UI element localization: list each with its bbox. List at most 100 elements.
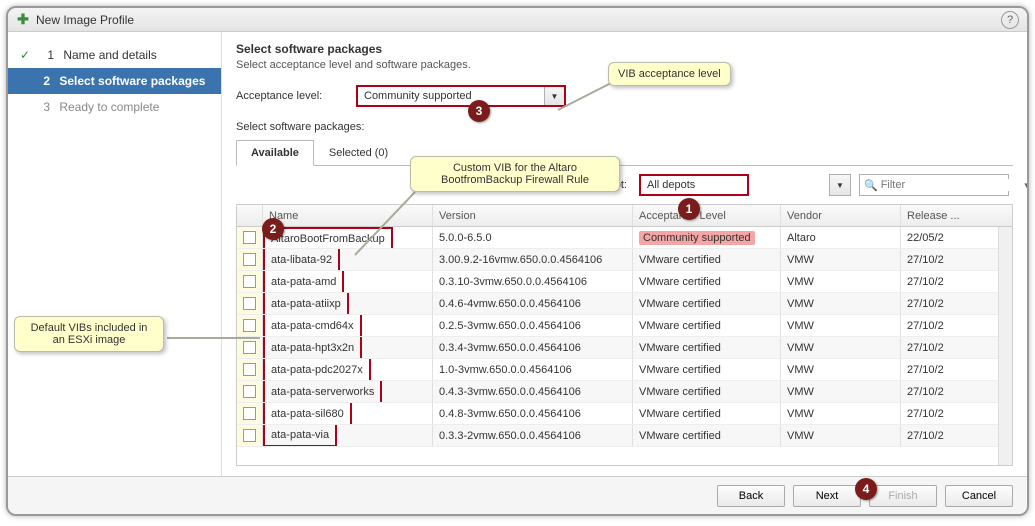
- cell-release: 27/10/2: [901, 293, 961, 314]
- callout-custom-vib: Custom VIB for the Altaro BootfromBackup…: [410, 156, 620, 192]
- cell-release: 22/05/2: [901, 227, 961, 248]
- cell-acceptance: VMware certified: [633, 381, 781, 402]
- acceptance-level-value: Community supported: [358, 90, 544, 102]
- finish-button[interactable]: Finish: [869, 485, 937, 507]
- cell-version: 1.0-3vmw.650.0.0.4564106: [433, 359, 633, 380]
- table-row[interactable]: ata-pata-amd0.3.10-3vmw.650.0.0.4564106V…: [237, 271, 1012, 293]
- package-tabs: Available Selected (0): [236, 139, 1013, 166]
- cell-vendor: VMW: [781, 425, 901, 446]
- step-select-software-packages[interactable]: 2 Select software packages: [8, 68, 221, 94]
- software-depot-dropdown-arrow[interactable]: ▼: [829, 174, 851, 196]
- step-label: Ready to complete: [59, 100, 159, 114]
- cell-release: 27/10/2: [901, 381, 961, 402]
- step-number: 3: [34, 100, 50, 114]
- cell-vendor: Altaro: [781, 227, 901, 248]
- tab-available[interactable]: Available: [236, 140, 314, 166]
- cell-vendor: VMW: [781, 359, 901, 380]
- cell-release: 27/10/2: [901, 337, 961, 358]
- main-panel: Select software packages Select acceptan…: [222, 32, 1027, 476]
- cell-acceptance: VMware certified: [633, 403, 781, 424]
- callout-default-vibs: Default VIBs included in an ESXi image: [14, 316, 164, 352]
- col-version[interactable]: Version: [433, 205, 633, 226]
- cell-name: ata-pata-cmd64x: [263, 315, 433, 336]
- row-checkbox[interactable]: [243, 253, 256, 266]
- cell-vendor: VMW: [781, 315, 901, 336]
- cell-name: ata-pata-pdc2027x: [263, 359, 433, 380]
- select-packages-label: Select software packages:: [236, 121, 1013, 133]
- col-acceptance[interactable]: Acceptance Level: [633, 205, 781, 226]
- callout-vib-acceptance: VIB acceptance level: [608, 62, 731, 86]
- cell-release: 27/10/2: [901, 271, 961, 292]
- cell-version: 3.00.9.2-16vmw.650.0.0.4564106: [433, 249, 633, 270]
- next-button[interactable]: Next: [793, 485, 861, 507]
- cell-name: ata-pata-via: [263, 425, 433, 446]
- acceptance-level-select[interactable]: Community supported ▼: [356, 85, 566, 107]
- tab-selected[interactable]: Selected (0): [314, 140, 403, 166]
- cell-release: 27/10/2: [901, 425, 961, 446]
- vertical-scrollbar[interactable]: [998, 227, 1012, 465]
- cell-acceptance: VMware certified: [633, 249, 781, 270]
- table-row[interactable]: ata-pata-serverworks0.4.3-3vmw.650.0.0.4…: [237, 381, 1012, 403]
- search-icon: 🔍: [864, 179, 878, 192]
- step-label: Select software packages: [59, 74, 205, 88]
- step-number: 1: [38, 48, 54, 62]
- acceptance-level-label: Acceptance level:: [236, 90, 356, 102]
- filter-input-wrap[interactable]: 🔍 ▼: [859, 174, 1009, 196]
- table-row[interactable]: ata-pata-cmd64x0.2.5-3vmw.650.0.0.456410…: [237, 315, 1012, 337]
- row-checkbox[interactable]: [243, 363, 256, 376]
- checkmark-icon: ✓: [20, 48, 34, 62]
- table-row[interactable]: ata-pata-pdc2027x1.0-3vmw.650.0.0.456410…: [237, 359, 1012, 381]
- cell-acceptance: VMware certified: [633, 271, 781, 292]
- row-checkbox-cell: [237, 271, 263, 292]
- cell-version: 0.4.8-3vmw.650.0.0.4564106: [433, 403, 633, 424]
- row-checkbox-cell: [237, 403, 263, 424]
- cell-version: 5.0.0-6.5.0: [433, 227, 633, 248]
- cell-name: ata-pata-hpt3x2n: [263, 337, 433, 358]
- software-depot-select[interactable]: All depots: [639, 174, 749, 196]
- row-checkbox[interactable]: [243, 231, 256, 244]
- help-icon[interactable]: ?: [1001, 11, 1019, 29]
- step-ready-to-complete[interactable]: 3 Ready to complete: [8, 94, 221, 120]
- row-checkbox[interactable]: [243, 429, 256, 442]
- table-row[interactable]: ata-pata-atiixp0.4.6-4vmw.650.0.0.456410…: [237, 293, 1012, 315]
- cancel-button[interactable]: Cancel: [945, 485, 1013, 507]
- chevron-down-icon: ▼: [836, 181, 844, 190]
- col-release[interactable]: Release ...: [901, 205, 961, 226]
- row-checkbox[interactable]: [243, 275, 256, 288]
- titlebar: ✚ New Image Profile ?: [8, 8, 1027, 32]
- wizard-window: ✚ New Image Profile ? ✓ 1 Name and detai…: [6, 6, 1029, 516]
- cell-version: 0.4.3-3vmw.650.0.0.4564106: [433, 381, 633, 402]
- callout-arrow: [165, 328, 265, 348]
- cell-acceptance: VMware certified: [633, 337, 781, 358]
- row-checkbox[interactable]: [243, 407, 256, 420]
- row-checkbox[interactable]: [243, 385, 256, 398]
- cell-name: ata-pata-serverworks: [263, 381, 433, 402]
- cell-version: 0.3.4-3vmw.650.0.0.4564106: [433, 337, 633, 358]
- table-row[interactable]: ata-pata-hpt3x2n0.3.4-3vmw.650.0.0.45641…: [237, 337, 1012, 359]
- cell-name: ata-pata-atiixp: [263, 293, 433, 314]
- cell-vendor: VMW: [781, 381, 901, 402]
- acceptance-community-badge: Community supported: [639, 231, 755, 245]
- annotation-badge-4: 4: [855, 478, 877, 500]
- chevron-down-icon: ▼: [1023, 181, 1027, 190]
- cell-release: 27/10/2: [901, 315, 961, 336]
- back-button[interactable]: Back: [717, 485, 785, 507]
- row-checkbox-cell: [237, 293, 263, 314]
- filter-input[interactable]: [881, 179, 1023, 191]
- annotation-badge-1: 1: [678, 198, 700, 220]
- table-row[interactable]: ata-pata-sil6800.4.8-3vmw.650.0.0.456410…: [237, 403, 1012, 425]
- wizard-steps-sidebar: ✓ 1 Name and details 2 Select software p…: [8, 32, 222, 476]
- software-depot-value: All depots: [641, 179, 701, 191]
- step-name-and-details[interactable]: ✓ 1 Name and details: [8, 42, 221, 68]
- cell-version: 0.3.3-2vmw.650.0.0.4564106: [433, 425, 633, 446]
- annotation-badge-3: 3: [468, 100, 490, 122]
- row-checkbox[interactable]: [243, 297, 256, 310]
- table-row[interactable]: ata-pata-via0.3.3-2vmw.650.0.0.4564106 VM…: [237, 425, 1012, 447]
- cell-version: 0.2.5-3vmw.650.0.0.4564106: [433, 315, 633, 336]
- cell-version: 0.4.6-4vmw.650.0.0.4564106: [433, 293, 633, 314]
- annotation-badge-2: 2: [262, 218, 284, 240]
- callout-arrow: [553, 80, 617, 120]
- step-number: 2: [34, 74, 50, 88]
- col-vendor[interactable]: Vendor: [781, 205, 901, 226]
- cell-release: 27/10/2: [901, 403, 961, 424]
